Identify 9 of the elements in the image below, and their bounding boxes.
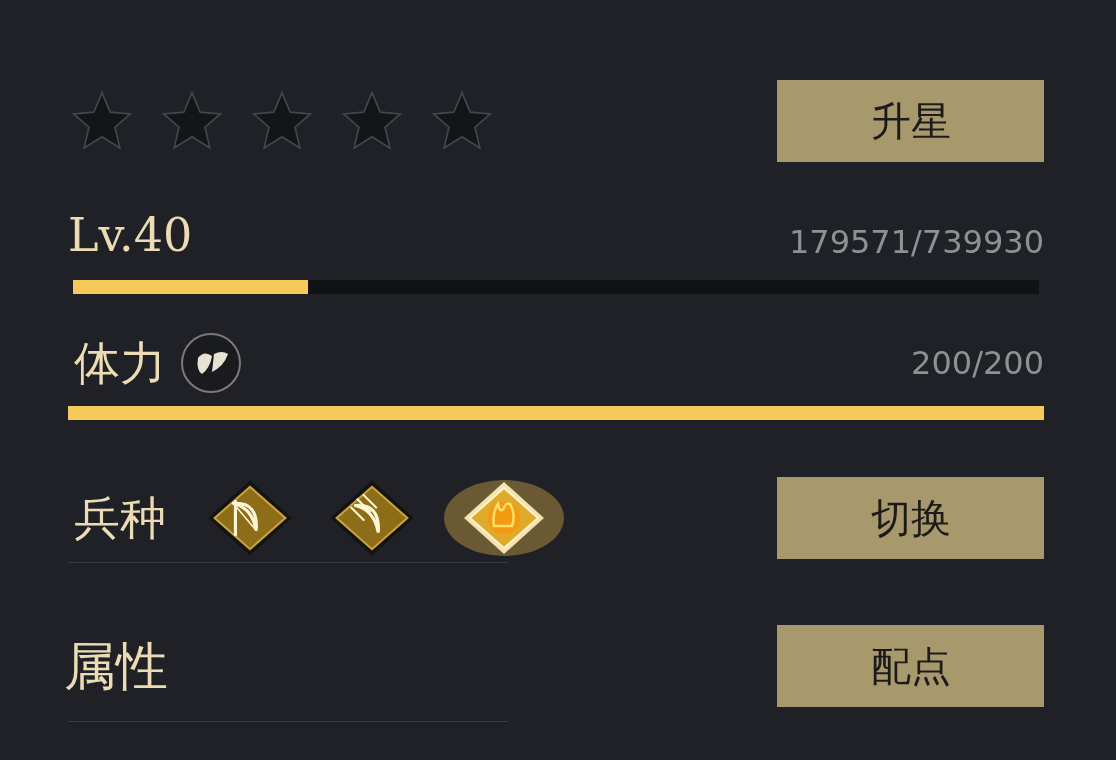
stamina-label: 体力	[74, 340, 166, 386]
exp-reading: 179571/739930	[788, 226, 1044, 258]
stamina-reading: 200/200	[911, 347, 1044, 379]
troop-label: 兵种	[74, 495, 166, 541]
level-label: Lv.40	[68, 212, 193, 258]
action-button[interactable]: 切换	[777, 477, 1044, 559]
action-button[interactable]: 升星	[777, 80, 1044, 162]
action-button[interactable]: 配点	[777, 625, 1044, 707]
attribute-label: 属性	[64, 640, 168, 692]
